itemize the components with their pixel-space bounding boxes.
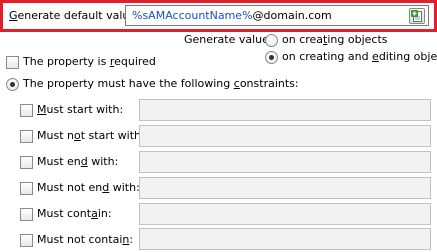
- must-not-contain-checkbox[interactable]: [20, 234, 33, 247]
- must-not-start-with-input[interactable]: [139, 125, 431, 147]
- must-start-with-checkbox[interactable]: [20, 104, 33, 117]
- value-suffix: @domain.com: [252, 9, 332, 22]
- must-not-end-with-checkbox[interactable]: [20, 182, 33, 195]
- must-contain-checkbox[interactable]: [20, 208, 33, 221]
- radio-following-constraints-label[interactable]: The property must have the following con…: [23, 77, 299, 91]
- must-not-start-with-checkbox[interactable]: [20, 130, 33, 143]
- must-not-contain-input[interactable]: [139, 228, 431, 250]
- insert-variable-icon: [411, 10, 422, 22]
- must-end-with-input[interactable]: [139, 151, 431, 173]
- must-not-end-with-input[interactable]: [139, 177, 431, 199]
- generate-value-label: Generate value:: [184, 33, 273, 46]
- radio-on-creating-objects-label[interactable]: on creating objects: [282, 33, 388, 47]
- radio-on-creating-and-editing-objects-label[interactable]: on creating and editing objects: [282, 50, 437, 64]
- property-required-checkbox[interactable]: [6, 56, 19, 69]
- must-not-start-with-label[interactable]: Must not start with:: [37, 129, 145, 143]
- insert-variable-button[interactable]: [409, 8, 425, 24]
- generate-default-value-text: %sAMAccountName%@domain.com: [132, 9, 332, 22]
- property-required-label[interactable]: The property is required: [23, 55, 156, 69]
- generate-default-value-label: Generate default value:: [9, 9, 140, 22]
- must-start-with-input[interactable]: [139, 99, 431, 121]
- must-start-with-label[interactable]: Must start with:: [37, 103, 123, 117]
- must-not-end-with-label[interactable]: Must not end with:: [37, 181, 140, 195]
- must-not-contain-label[interactable]: Must not contain:: [37, 233, 133, 247]
- radio-following-constraints[interactable]: [6, 78, 19, 91]
- must-contain-label[interactable]: Must contain:: [37, 207, 112, 221]
- value-token: %sAMAccountName%: [132, 9, 253, 22]
- radio-on-creating-objects[interactable]: [265, 34, 278, 47]
- radio-on-creating-and-editing-objects[interactable]: [265, 51, 278, 64]
- must-contain-input[interactable]: [139, 203, 431, 225]
- must-end-with-label[interactable]: Must end with:: [37, 155, 118, 169]
- generate-default-value-input[interactable]: %sAMAccountName%@domain.com: [125, 5, 429, 26]
- must-end-with-checkbox[interactable]: [20, 156, 33, 169]
